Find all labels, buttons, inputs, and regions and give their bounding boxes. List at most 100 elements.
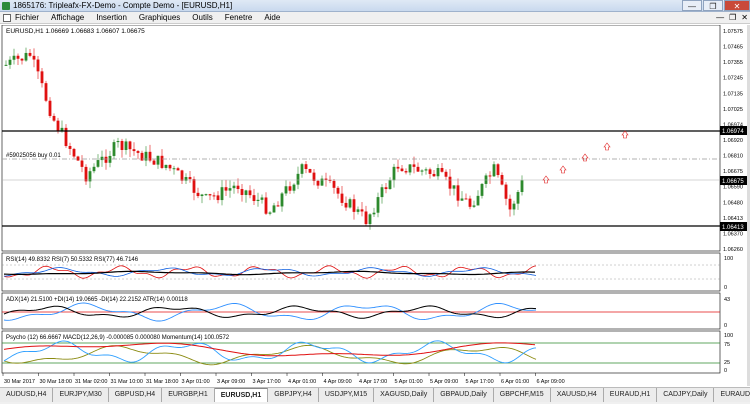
child-restore-button[interactable]: ❐ [729,13,736,22]
lower-level-text: 1.06413 [722,225,744,231]
candle-body [300,164,304,174]
candle-body [120,141,124,150]
time-axis-label: 4 Apr 17:00 [359,379,387,385]
candle-body [308,169,312,173]
candle-body [164,164,168,168]
chart-tab[interactable]: EURAUD,H4 [714,388,750,402]
time-axis-label: 6 Apr 09:00 [537,379,565,385]
candle-body [76,156,80,161]
child-minimize-button[interactable]: — [716,13,724,22]
chart-tab[interactable]: EURGBP,H1 [162,388,215,402]
candle-body [96,160,100,167]
candle-body [364,211,368,225]
chart-tab[interactable]: EURAUD,H1 [603,388,658,402]
candle-body [444,171,448,177]
price-axis-label: 1.06675 [723,169,743,175]
candle-body [168,164,172,169]
menu-graphiques[interactable]: Graphiques [139,13,186,22]
chart-tab[interactable]: GBPCHF,M15 [493,388,551,402]
candle-body [376,197,380,213]
candle-body [252,195,256,202]
candle-body [484,175,488,184]
candle-body [476,195,480,206]
app-icon [2,2,10,10]
chart-tab[interactable]: GBPUSD,H4 [108,388,163,402]
close-button[interactable]: ✕ [724,0,750,11]
menu-fichier[interactable]: Fichier [15,13,45,22]
price-axis-label: 1.07355 [723,60,743,66]
candle-body [512,203,516,210]
price-axis-label: 1.07465 [723,45,743,51]
chart-tab[interactable]: EURUSD,H1 [214,388,269,402]
candle-body [84,166,88,182]
candle-body [432,173,436,177]
price-chart[interactable]: EURUSD,H1 1.06669 1.06683 1.06607 1.0667… [0,24,750,386]
momentum-header: Psycho (12) 66.6667 MACD(12,26,9) -0.000… [6,335,230,341]
candle-body [516,192,520,204]
price-axis-label: 1.06480 [723,200,743,206]
time-axis-label: 4 Apr 01:00 [288,379,316,385]
candle-body [384,187,388,190]
candle-body [496,164,500,176]
maximize-button[interactable]: ❐ [703,0,723,11]
candle-body [284,186,288,194]
candle-body [176,168,180,171]
candle-body [192,179,196,193]
candle-body [244,190,248,195]
candle-body [100,156,104,161]
candle-body [504,184,508,199]
chart-tab[interactable]: USDJPY,M15 [318,388,375,402]
candle-body [304,164,308,170]
candle-body [408,164,412,173]
candle-body [8,59,12,65]
candle-body [128,141,132,150]
candle-body [428,169,432,174]
menu-outils[interactable]: Outils [192,13,218,22]
candle-body [468,198,472,207]
candle-body [204,194,208,196]
order-label: #59025056 buy 0.01 [6,153,61,159]
chart-tab[interactable]: CADJPY,Daily [657,388,715,402]
minimize-button[interactable]: — [682,0,702,11]
time-axis-label: 30 Mar 18:00 [40,379,72,385]
mom-axis-0: 0 [724,368,727,374]
candle-body [372,212,376,215]
candle-body [440,168,444,172]
candle-body [420,170,424,172]
candle-body [152,160,156,165]
mom-axis-25: 25 [724,360,730,366]
candle-body [200,194,204,197]
candle-body [224,187,228,191]
candle-body [24,52,28,61]
chart-tab[interactable]: EURJPY,M30 [53,388,109,402]
menu-fenetre[interactable]: Fenetre [225,13,259,22]
candle-body [260,197,264,200]
candle-body [320,178,324,186]
chart-tab[interactable]: XAGUSD,Daily [374,388,435,402]
candle-body [188,177,192,180]
menu-aide[interactable]: Aide [264,13,286,22]
chart-header: EURUSD,H1 1.06669 1.06683 1.06607 1.0667… [6,28,145,35]
chart-tabs: AUDUSD,H4 EURJPY,M30 GBPUSD,H4 EURGBP,H1 EUR… [0,387,750,404]
price-axis-label: 1.06810 [723,154,743,160]
menu-insertion[interactable]: Insertion [96,13,133,22]
menu-bar: Fichier Affichage Insertion Graphiques O… [0,12,750,24]
adx-axis-top: 43 [724,297,730,303]
menu-affichage[interactable]: Affichage [51,13,90,22]
candle-body [232,185,236,189]
candle-body [400,168,404,172]
chart-tab[interactable]: AUDUSD,H4 [0,388,54,402]
rsi-axis-top: 100 [724,256,733,262]
candle-body [92,166,96,172]
candle-body [396,166,400,169]
chart-tab[interactable]: XAUUSD,H4 [550,388,604,402]
adx-header: ADX(14) 21.5100 +DI(14) 19.0665 -DI(14) … [6,297,188,303]
chart-tab[interactable]: GBPAUD,Daily [434,388,494,402]
time-axis-label: 31 Mar 02:00 [75,379,107,385]
candle-body [72,148,76,157]
price-axis-label: 1.07025 [723,107,743,113]
child-close-button[interactable]: ✕ [741,13,748,22]
candle-body [228,188,232,191]
chart-tab[interactable]: GBPJPY,H4 [268,388,319,402]
chart-area[interactable]: EURUSD,H1 1.06669 1.06683 1.06607 1.0667… [0,24,750,386]
